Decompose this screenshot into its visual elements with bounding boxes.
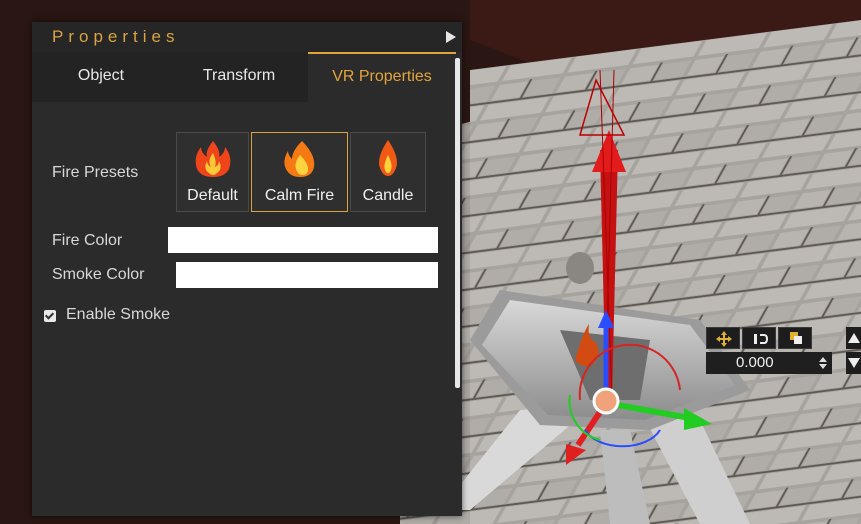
down-arrow-icon (848, 358, 860, 368)
smoke-color-label: Smoke Color (52, 266, 145, 283)
enable-smoke-checkbox[interactable] (44, 310, 56, 322)
preset-candle[interactable]: Candle (350, 132, 426, 212)
move-icon (716, 331, 732, 347)
down-arrow-button[interactable] (846, 352, 861, 374)
properties-panel: Properties Object Transform VR Propertie… (32, 22, 462, 516)
fire-color-field[interactable] (168, 227, 438, 253)
triangle-right-icon[interactable] (446, 31, 456, 43)
enable-smoke-label: Enable Smoke (66, 306, 171, 323)
tab-object[interactable]: Object (32, 52, 170, 102)
up-arrow-icon (848, 333, 860, 343)
tab-transform[interactable]: Transform (170, 52, 308, 102)
preset-candle-label: Candle (362, 187, 414, 204)
preset-calm-fire-label: Calm Fire (264, 187, 335, 204)
candle-flame-icon (379, 140, 397, 176)
value-input[interactable]: 0.000 (706, 352, 832, 374)
snap-icon (754, 334, 768, 344)
move-button[interactable] (706, 327, 740, 349)
preset-default-label: Default (187, 187, 238, 204)
preset-default[interactable]: Default (176, 132, 249, 212)
stepper-down-icon (819, 364, 827, 369)
fire-icon (195, 141, 230, 177)
smoke-color-field[interactable] (176, 262, 438, 288)
flame-icon (283, 141, 314, 177)
stepper-up-icon (819, 357, 827, 362)
pivot-icon (790, 332, 802, 344)
panel-scrollbar[interactable] (455, 58, 460, 388)
tab-vr-properties[interactable]: VR Properties (308, 52, 456, 104)
pivot-button[interactable] (778, 327, 812, 349)
gizmo-toolbar: 0.000 (706, 327, 861, 375)
fire-presets-label: Fire Presets (52, 164, 139, 181)
panel-header: Properties (32, 22, 462, 52)
snap-button[interactable] (742, 327, 776, 349)
preset-calm-fire[interactable]: Calm Fire (251, 132, 348, 212)
up-arrow-button[interactable] (846, 327, 861, 349)
value-stepper[interactable] (819, 357, 827, 369)
tab-bar: Object Transform VR Properties (32, 52, 456, 104)
panel-title: Properties (52, 27, 180, 46)
fire-color-label: Fire Color (52, 232, 123, 249)
